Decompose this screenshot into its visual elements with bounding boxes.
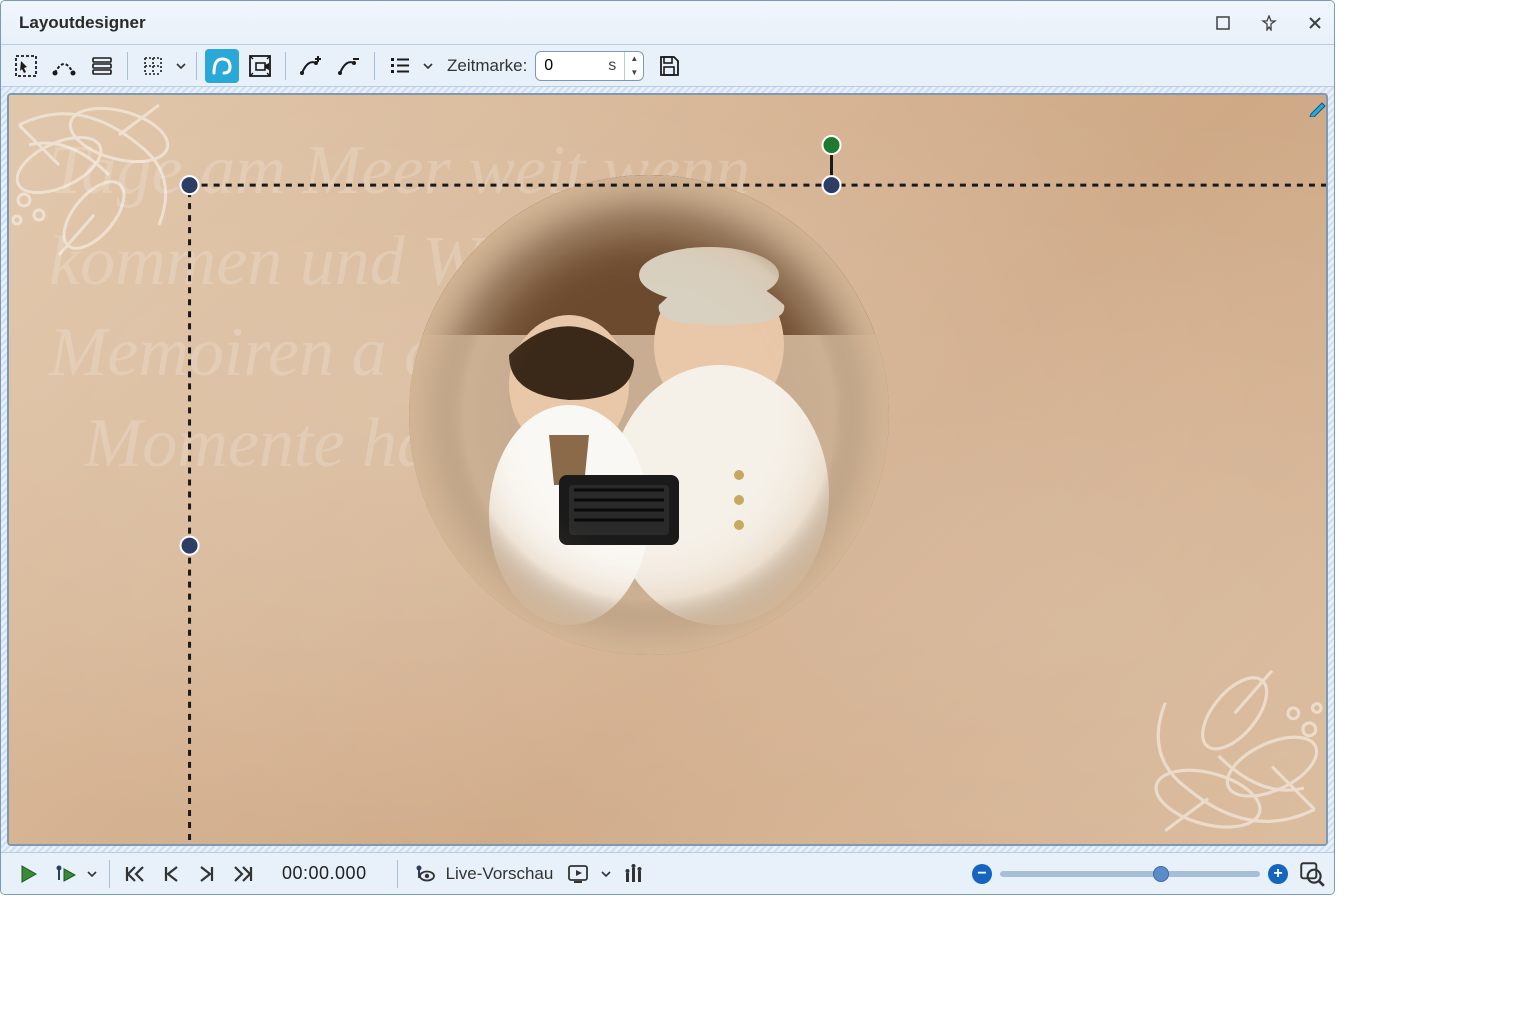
list-button[interactable] [383, 49, 417, 83]
forward-end-button[interactable] [228, 857, 258, 891]
spinner-up-button[interactable]: ▲ [625, 52, 643, 66]
timecode-label: Zeitmarke: [437, 56, 535, 76]
toolbar-separator [109, 860, 110, 888]
step-forward-button[interactable] [192, 857, 222, 891]
maximize-button[interactable] [1214, 14, 1232, 32]
camera-bounds-button[interactable] [243, 49, 277, 83]
grid-dropdown[interactable] [172, 49, 190, 83]
zoom-in-button[interactable]: + [1268, 864, 1288, 884]
play-button[interactable] [11, 857, 45, 891]
pen-indicator-icon [1308, 97, 1328, 120]
motion-path-overlay [9, 95, 1326, 844]
curve-tool-button[interactable] [47, 49, 81, 83]
pin-button[interactable] [1260, 14, 1278, 32]
rewind-start-button[interactable] [120, 857, 150, 891]
toolbar-separator [285, 52, 286, 80]
toolbar-separator [127, 52, 128, 80]
equalizer-button[interactable] [619, 857, 649, 891]
timecode-input-group: s ▲ ▼ [535, 51, 644, 81]
titlebar: Layoutdesigner [1, 1, 1334, 45]
playback-timecode: 00:00.000 [260, 863, 389, 884]
timecode-spinner: ▲ ▼ [624, 52, 643, 80]
timecode-input[interactable] [536, 52, 608, 80]
toolbar-separator [397, 860, 398, 888]
canvas-area: Tage am Meer weit wenn kommen und Wort w… [1, 87, 1334, 852]
live-preview-label: Live-Vorschau [442, 864, 560, 884]
zoom-out-button[interactable]: − [972, 864, 992, 884]
close-button[interactable] [1306, 14, 1324, 32]
spinner-down-button[interactable]: ▼ [625, 66, 643, 80]
window-title: Layoutdesigner [19, 13, 1214, 33]
canvas[interactable]: Tage am Meer weit wenn kommen und Wort w… [7, 93, 1328, 846]
path-tool-button[interactable] [205, 49, 239, 83]
live-preview-eye-button[interactable] [408, 857, 438, 891]
selection-tool-button[interactable] [9, 49, 43, 83]
layout-designer-window: Layoutdesigner [0, 0, 1335, 895]
zoom-slider-thumb[interactable] [1153, 866, 1169, 882]
save-button[interactable] [652, 49, 686, 83]
grid-button[interactable] [136, 49, 170, 83]
add-keyframe-button[interactable] [294, 49, 328, 83]
preview-mode-button[interactable] [563, 857, 593, 891]
step-back-button[interactable] [156, 857, 186, 891]
list-dropdown[interactable] [419, 49, 437, 83]
play-dropdown[interactable] [83, 857, 101, 891]
top-toolbar: Zeitmarke: s ▲ ▼ [1, 45, 1334, 87]
timecode-unit: s [608, 57, 624, 75]
preview-dropdown[interactable] [597, 857, 615, 891]
remove-keyframe-button[interactable] [332, 49, 366, 83]
toolbar-separator [374, 52, 375, 80]
window-controls [1214, 14, 1324, 32]
play-from-marker-button[interactable] [51, 857, 79, 891]
zoom-slider-track[interactable] [1000, 871, 1260, 877]
zoom-slider: − + [968, 864, 1292, 884]
toolbar-separator [196, 52, 197, 80]
zoom-fit-button[interactable] [1298, 860, 1326, 888]
layers-tool-button[interactable] [85, 49, 119, 83]
bottom-toolbar: 00:00.000 Live-Vorschau − [1, 852, 1334, 894]
